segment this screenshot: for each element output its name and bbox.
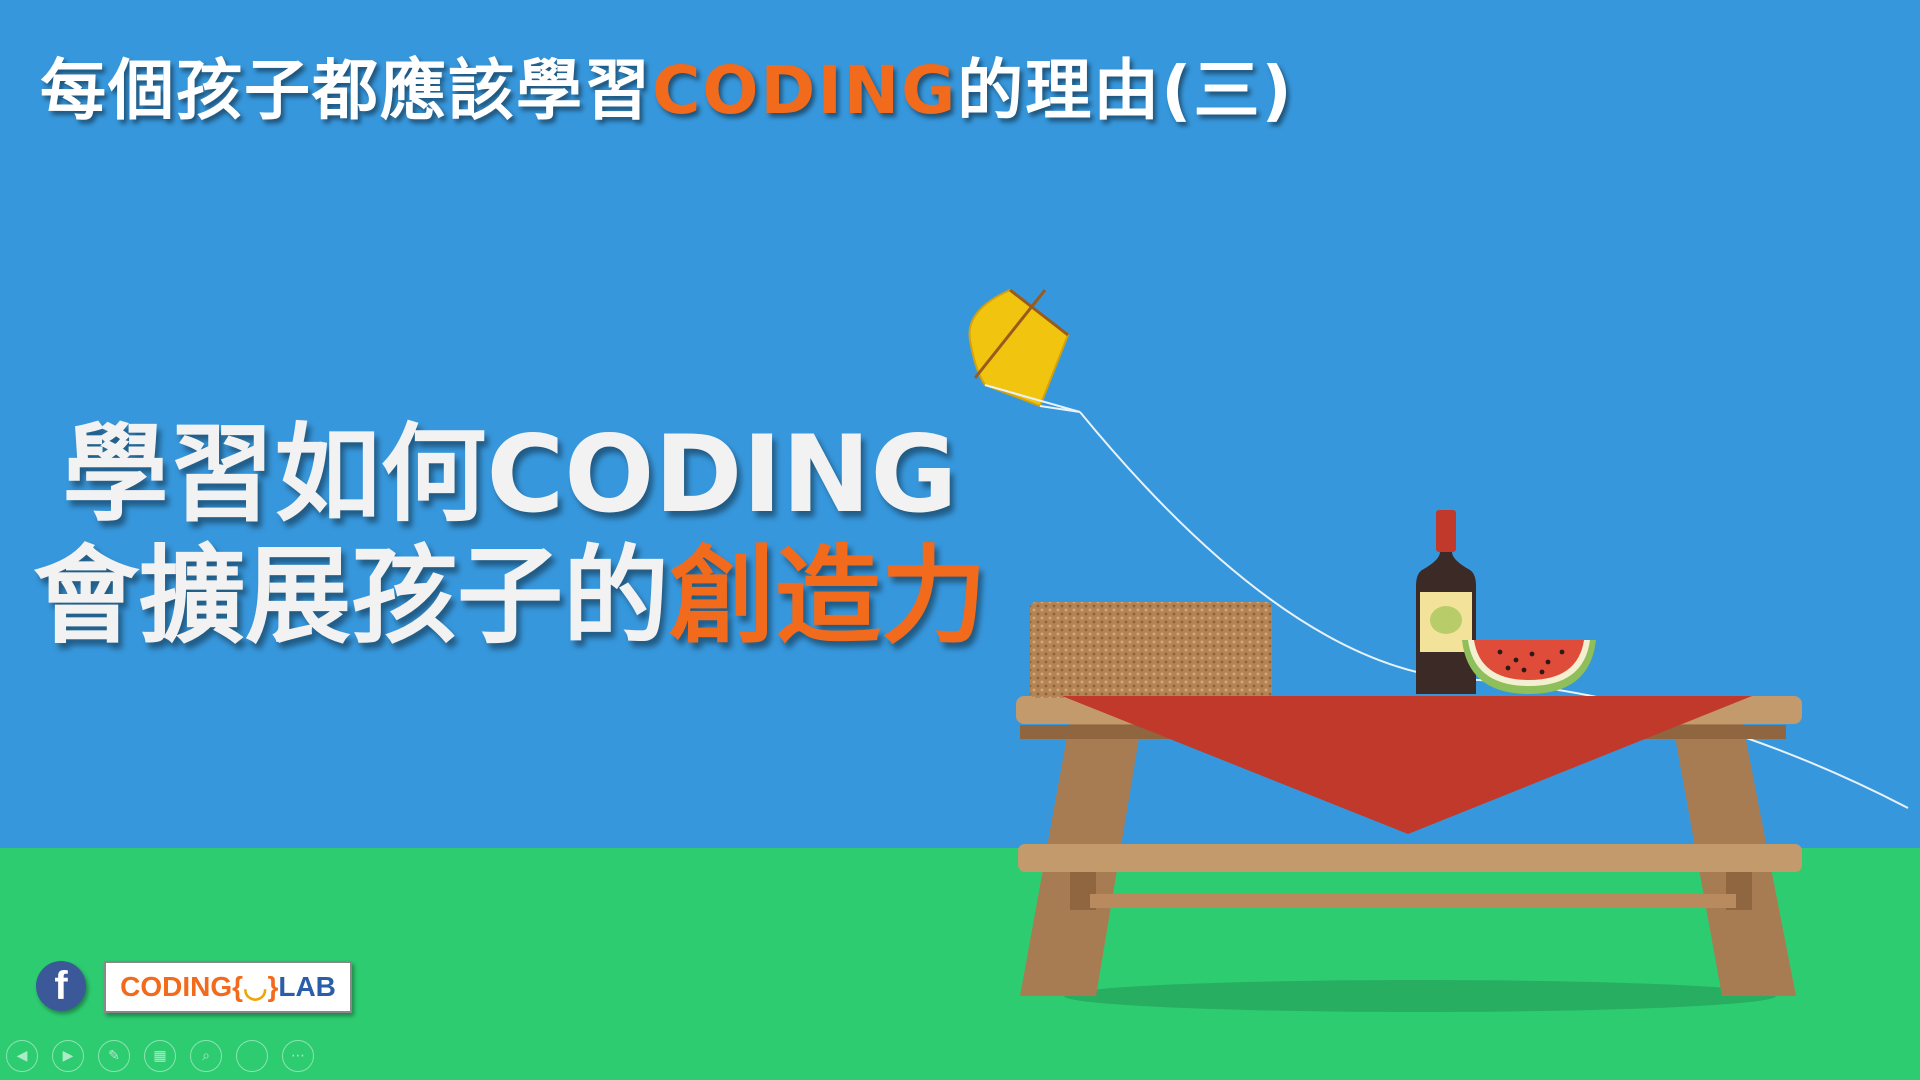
logo-coding-text: CODING bbox=[120, 971, 233, 1002]
logo-lab-text: LAB bbox=[278, 971, 336, 1002]
slideshow-controls: ◀ ▶ ✎ ▦ ⌕ ⋯ bbox=[6, 1040, 314, 1072]
pen-icon[interactable]: ✎ bbox=[98, 1040, 130, 1072]
basket-icon bbox=[1030, 602, 1272, 698]
picnic-illustration bbox=[968, 288, 1909, 1012]
wine-bottle-icon bbox=[1416, 510, 1476, 694]
blank-icon[interactable] bbox=[236, 1040, 268, 1072]
logo-brace-open: { bbox=[232, 971, 243, 1002]
more-icon[interactable]: ⋯ bbox=[282, 1040, 314, 1072]
watermelon-icon bbox=[1462, 640, 1596, 694]
slides-grid-icon[interactable]: ▦ bbox=[144, 1040, 176, 1072]
codinglab-logo: CODING{◡} LAB bbox=[104, 961, 352, 1013]
tablecloth bbox=[1062, 696, 1752, 834]
facebook-icon[interactable]: f bbox=[36, 961, 86, 1011]
next-slide-icon[interactable]: ▶ bbox=[52, 1040, 84, 1072]
zoom-icon[interactable]: ⌕ bbox=[190, 1040, 222, 1072]
logo-brace-close: } bbox=[267, 971, 279, 1002]
table-shadow bbox=[1064, 980, 1776, 1012]
previous-slide-icon[interactable]: ◀ bbox=[6, 1040, 38, 1072]
logo-smile-icon: ◡ bbox=[243, 971, 268, 1003]
kite-icon bbox=[968, 288, 1081, 413]
